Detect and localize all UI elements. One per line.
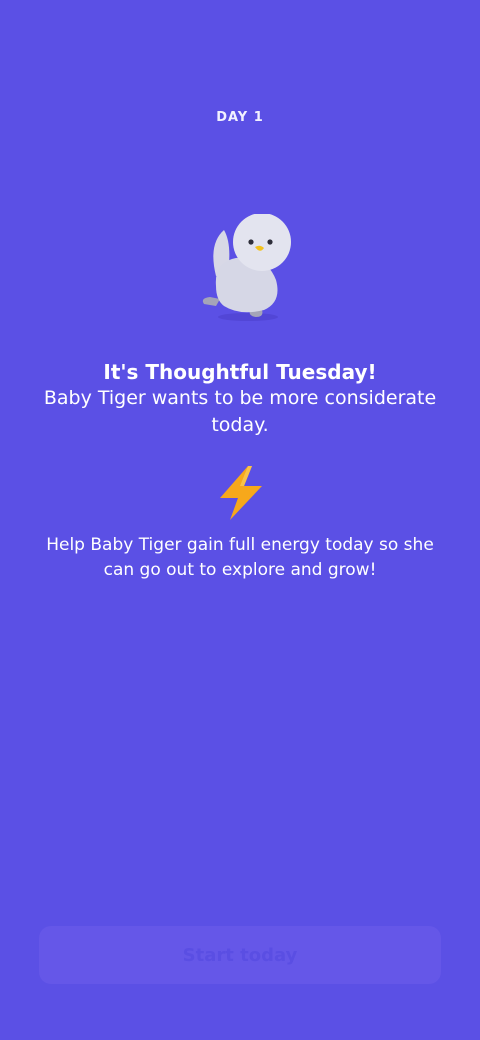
day-label: DAY 1: [216, 110, 264, 125]
mascot-head: [233, 214, 291, 271]
headline: It's Thoughtful Tuesday!: [103, 360, 377, 384]
bolt-shape: [220, 466, 262, 520]
baby-bird-mascot-icon: [202, 214, 291, 321]
lightning-bolt-icon: [220, 466, 262, 520]
mascot-right-eye: [267, 239, 273, 245]
start-today-button[interactable]: Start today: [39, 926, 441, 984]
mascot-left-foot: [202, 297, 220, 306]
mascot-left-eye: [248, 239, 254, 245]
mascot-shadow: [218, 313, 278, 321]
subline: Baby Tiger wants to be more considerate …: [43, 387, 437, 436]
help-text: Help Baby Tiger gain full energy today s…: [46, 535, 434, 580]
